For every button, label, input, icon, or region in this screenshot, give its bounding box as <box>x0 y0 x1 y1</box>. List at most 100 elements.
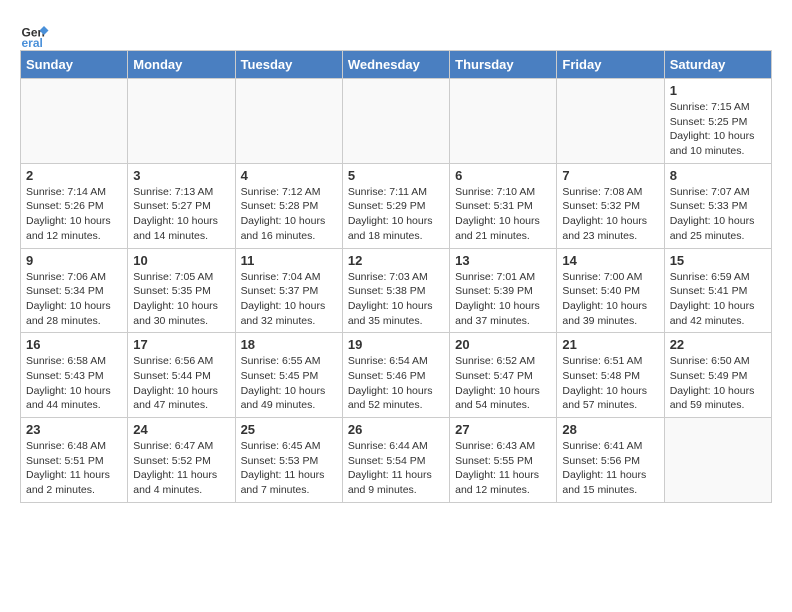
day-info: Sunrise: 6:59 AM Sunset: 5:41 PM Dayligh… <box>670 270 766 329</box>
calendar-header-row: SundayMondayTuesdayWednesdayThursdayFrid… <box>21 51 772 79</box>
day-info: Sunrise: 6:45 AM Sunset: 5:53 PM Dayligh… <box>241 439 337 498</box>
weekday-header-friday: Friday <box>557 51 664 79</box>
calendar-day-cell: 26 Sunrise: 6:44 AM Sunset: 5:54 PM Dayli… <box>342 418 449 503</box>
day-number: 27 <box>455 422 551 437</box>
calendar-day-cell: 10 Sunrise: 7:05 AM Sunset: 5:35 PM Dayli… <box>128 248 235 333</box>
day-number: 12 <box>348 253 444 268</box>
day-number: 8 <box>670 168 766 183</box>
calendar-day-cell <box>664 418 771 503</box>
day-info: Sunrise: 7:03 AM Sunset: 5:38 PM Dayligh… <box>348 270 444 329</box>
day-number: 19 <box>348 337 444 352</box>
calendar-day-cell <box>557 79 664 164</box>
calendar-day-cell: 12 Sunrise: 7:03 AM Sunset: 5:38 PM Dayli… <box>342 248 449 333</box>
calendar-day-cell: 24 Sunrise: 6:47 AM Sunset: 5:52 PM Dayli… <box>128 418 235 503</box>
day-number: 14 <box>562 253 658 268</box>
day-number: 25 <box>241 422 337 437</box>
day-number: 6 <box>455 168 551 183</box>
day-number: 4 <box>241 168 337 183</box>
day-info: Sunrise: 7:15 AM Sunset: 5:25 PM Dayligh… <box>670 100 766 159</box>
calendar-day-cell <box>450 79 557 164</box>
day-number: 11 <box>241 253 337 268</box>
calendar-day-cell: 4 Sunrise: 7:12 AM Sunset: 5:28 PM Daylig… <box>235 163 342 248</box>
day-info: Sunrise: 6:55 AM Sunset: 5:45 PM Dayligh… <box>241 354 337 413</box>
calendar-day-cell: 5Sunrise: 7:11 AM Sunset: 5:29 PM Daylig… <box>342 163 449 248</box>
calendar-day-cell <box>21 79 128 164</box>
weekday-header-saturday: Saturday <box>664 51 771 79</box>
calendar-day-cell: 22 Sunrise: 6:50 AM Sunset: 5:49 PM Dayli… <box>664 333 771 418</box>
day-info: Sunrise: 7:06 AM Sunset: 5:34 PM Dayligh… <box>26 270 122 329</box>
day-number: 10 <box>133 253 229 268</box>
weekday-header-wednesday: Wednesday <box>342 51 449 79</box>
day-info: Sunrise: 7:10 AM Sunset: 5:31 PM Dayligh… <box>455 185 551 244</box>
calendar-day-cell: 27 Sunrise: 6:43 AM Sunset: 5:55 PM Dayli… <box>450 418 557 503</box>
day-info: Sunrise: 6:44 AM Sunset: 5:54 PM Dayligh… <box>348 439 444 498</box>
day-info: Sunrise: 7:14 AM Sunset: 5:26 PM Dayligh… <box>26 185 122 244</box>
day-info: Sunrise: 6:50 AM Sunset: 5:49 PM Dayligh… <box>670 354 766 413</box>
day-number: 9 <box>26 253 122 268</box>
day-info: Sunrise: 7:08 AM Sunset: 5:32 PM Dayligh… <box>562 185 658 244</box>
calendar-day-cell: 11 Sunrise: 7:04 AM Sunset: 5:37 PM Dayli… <box>235 248 342 333</box>
calendar-week-row: 23Sunrise: 6:48 AM Sunset: 5:51 PM Dayli… <box>21 418 772 503</box>
calendar-day-cell: 2 Sunrise: 7:14 AM Sunset: 5:26 PM Daylig… <box>21 163 128 248</box>
day-number: 22 <box>670 337 766 352</box>
calendar-day-cell: 13 Sunrise: 7:01 AM Sunset: 5:39 PM Dayli… <box>450 248 557 333</box>
day-number: 20 <box>455 337 551 352</box>
calendar-day-cell: 15 Sunrise: 6:59 AM Sunset: 5:41 PM Dayli… <box>664 248 771 333</box>
day-info: Sunrise: 7:01 AM Sunset: 5:39 PM Dayligh… <box>455 270 551 329</box>
calendar-day-cell: 6 Sunrise: 7:10 AM Sunset: 5:31 PM Daylig… <box>450 163 557 248</box>
calendar-day-cell: 16 Sunrise: 6:58 AM Sunset: 5:43 PM Dayli… <box>21 333 128 418</box>
calendar-day-cell: 23Sunrise: 6:48 AM Sunset: 5:51 PM Dayli… <box>21 418 128 503</box>
calendar-day-cell <box>342 79 449 164</box>
calendar-day-cell: 9 Sunrise: 7:06 AM Sunset: 5:34 PM Daylig… <box>21 248 128 333</box>
calendar-day-cell: 7 Sunrise: 7:08 AM Sunset: 5:32 PM Daylig… <box>557 163 664 248</box>
day-number: 3 <box>133 168 229 183</box>
day-number: 17 <box>133 337 229 352</box>
day-number: 18 <box>241 337 337 352</box>
day-info: Sunrise: 6:58 AM Sunset: 5:43 PM Dayligh… <box>26 354 122 413</box>
calendar-day-cell: 14 Sunrise: 7:00 AM Sunset: 5:40 PM Dayli… <box>557 248 664 333</box>
day-number: 28 <box>562 422 658 437</box>
day-number: 24 <box>133 422 229 437</box>
day-number: 1 <box>670 83 766 98</box>
svg-text:eral: eral <box>22 36 43 50</box>
day-info: Sunrise: 7:00 AM Sunset: 5:40 PM Dayligh… <box>562 270 658 329</box>
day-number: 5 <box>348 168 444 183</box>
day-info: Sunrise: 7:12 AM Sunset: 5:28 PM Dayligh… <box>241 185 337 244</box>
day-number: 16 <box>26 337 122 352</box>
calendar-week-row: 1 Sunrise: 7:15 AM Sunset: 5:25 PM Daylig… <box>21 79 772 164</box>
day-number: 7 <box>562 168 658 183</box>
calendar-day-cell: 18 Sunrise: 6:55 AM Sunset: 5:45 PM Dayli… <box>235 333 342 418</box>
day-info: Sunrise: 6:51 AM Sunset: 5:48 PM Dayligh… <box>562 354 658 413</box>
day-number: 15 <box>670 253 766 268</box>
weekday-header-thursday: Thursday <box>450 51 557 79</box>
day-number: 26 <box>348 422 444 437</box>
day-info: Sunrise: 7:07 AM Sunset: 5:33 PM Dayligh… <box>670 185 766 244</box>
calendar-day-cell <box>235 79 342 164</box>
calendar-table: SundayMondayTuesdayWednesdayThursdayFrid… <box>20 50 772 503</box>
day-info: Sunrise: 6:47 AM Sunset: 5:52 PM Dayligh… <box>133 439 229 498</box>
calendar-day-cell: 19 Sunrise: 6:54 AM Sunset: 5:46 PM Dayli… <box>342 333 449 418</box>
weekday-header-monday: Monday <box>128 51 235 79</box>
day-info: Sunrise: 6:43 AM Sunset: 5:55 PM Dayligh… <box>455 439 551 498</box>
calendar-day-cell: 21 Sunrise: 6:51 AM Sunset: 5:48 PM Dayli… <box>557 333 664 418</box>
day-info: Sunrise: 7:13 AM Sunset: 5:27 PM Dayligh… <box>133 185 229 244</box>
calendar-week-row: 9 Sunrise: 7:06 AM Sunset: 5:34 PM Daylig… <box>21 248 772 333</box>
logo: Gen eral <box>20 20 54 50</box>
calendar-day-cell: 25 Sunrise: 6:45 AM Sunset: 5:53 PM Dayli… <box>235 418 342 503</box>
day-info: Sunrise: 6:52 AM Sunset: 5:47 PM Dayligh… <box>455 354 551 413</box>
day-number: 21 <box>562 337 658 352</box>
day-info: Sunrise: 7:05 AM Sunset: 5:35 PM Dayligh… <box>133 270 229 329</box>
weekday-header-sunday: Sunday <box>21 51 128 79</box>
calendar-day-cell: 8 Sunrise: 7:07 AM Sunset: 5:33 PM Daylig… <box>664 163 771 248</box>
day-number: 13 <box>455 253 551 268</box>
calendar-day-cell: 20 Sunrise: 6:52 AM Sunset: 5:47 PM Dayli… <box>450 333 557 418</box>
day-info: Sunrise: 7:04 AM Sunset: 5:37 PM Dayligh… <box>241 270 337 329</box>
weekday-header-tuesday: Tuesday <box>235 51 342 79</box>
logo-icon: Gen eral <box>20 20 50 50</box>
calendar-day-cell: 17Sunrise: 6:56 AM Sunset: 5:44 PM Dayli… <box>128 333 235 418</box>
calendar-week-row: 16 Sunrise: 6:58 AM Sunset: 5:43 PM Dayli… <box>21 333 772 418</box>
day-info: Sunrise: 6:41 AM Sunset: 5:56 PM Dayligh… <box>562 439 658 498</box>
day-number: 2 <box>26 168 122 183</box>
day-number: 23 <box>26 422 122 437</box>
day-info: Sunrise: 6:54 AM Sunset: 5:46 PM Dayligh… <box>348 354 444 413</box>
